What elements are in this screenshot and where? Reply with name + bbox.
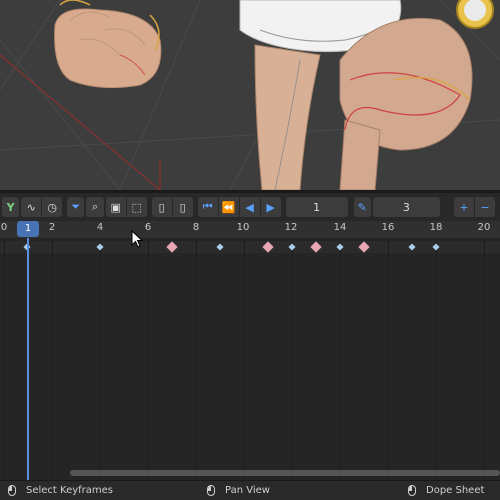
mouse-right-icon[interactable]: ▯ [172,197,193,217]
select-box-icon[interactable]: ⬚ [126,197,147,217]
frame-gridline [52,238,53,480]
jump-start-icon[interactable]: ⏮ [197,197,218,217]
step-field[interactable]: 3 [372,197,440,217]
channels-icon[interactable]: Y [2,197,20,217]
current-frame-indicator[interactable]: 1 [17,221,39,237]
tick-label: 16 [381,222,395,233]
minus-icon[interactable]: − [475,197,495,217]
horizontal-scrollbar[interactable] [70,470,500,476]
frame-gridline [244,238,245,480]
frame-gridline [100,238,101,480]
tick-label: 2 [48,222,56,233]
play-reverse-icon[interactable]: ◀ [239,197,260,217]
status-select: Select Keyframes [8,485,113,496]
summary-channel-row[interactable] [0,241,500,253]
play-icon[interactable]: ▶ [260,197,281,217]
frame-all-icon[interactable]: ▣ [105,197,126,217]
tick-label: 14 [333,222,347,233]
3d-viewport[interactable] [0,0,500,190]
dopesheet-area[interactable] [0,238,500,480]
tick-label: 4 [96,222,104,233]
frame-gridline [484,238,485,480]
prev-key-icon[interactable]: ⏪ [218,197,239,217]
filter-icon[interactable]: ⏷ [67,197,85,217]
tick-label: 20 [477,222,491,233]
mouse-cursor-icon [131,230,143,248]
mouse-right-icon [408,485,416,496]
mouse-left-icon [8,485,16,496]
frame-gridline [148,238,149,480]
status-pan-label: Pan View [225,485,270,496]
mouse-left-icon[interactable]: ▯ [151,197,172,217]
tick-label: 6 [144,222,152,233]
frame-gridline [292,238,293,480]
current-frame-field[interactable]: 1 [285,197,348,217]
status-sheet-label: Dope Sheet [426,485,485,496]
curve-icon[interactable]: ∿ [21,197,42,217]
frame-gridline [340,238,341,480]
mouse-middle-icon [207,485,215,496]
frame-gridline [436,238,437,480]
frame-gridline [388,238,389,480]
brush-icon[interactable]: ✎ [353,197,371,217]
status-pan: Pan View [207,485,270,496]
plus-icon[interactable]: + [454,197,474,217]
frame-gridline [196,238,197,480]
character-render [0,0,500,190]
playhead[interactable] [27,238,29,480]
frame-ruler[interactable]: 0 2 4 6 8 10 12 14 16 18 20 1 [0,221,500,238]
dopesheet-toolbar: Y ∿ ◷ ⏷ ⌕ ▣ ⬚ ▯ ▯ ⏮ ⏪ ◀ ▶ 1 ✎ 3 + − [0,190,500,221]
status-bar: Select Keyframes Pan View Dope Sheet [0,480,500,500]
tick-label: 8 [192,222,200,233]
tick-label: 18 [429,222,443,233]
tick-label: 12 [284,222,298,233]
clock-icon[interactable]: ◷ [42,197,63,217]
search-icon[interactable]: ⌕ [86,197,104,217]
status-select-label: Select Keyframes [26,485,114,496]
status-sheet: Dope Sheet [408,485,484,496]
frame-gridline [4,238,5,480]
tick-label: 0 [0,222,8,233]
tick-label: 10 [236,222,250,233]
